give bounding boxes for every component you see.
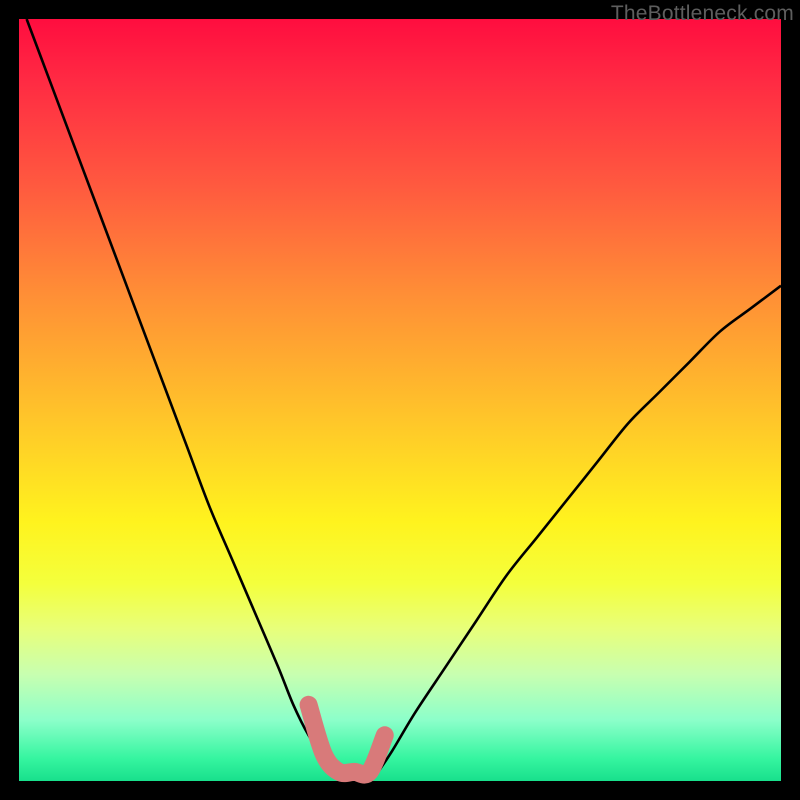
right-curve bbox=[377, 286, 781, 774]
plot-area bbox=[19, 19, 781, 781]
bottom-marker bbox=[309, 705, 385, 775]
outer-frame: TheBottleneck.com bbox=[0, 0, 800, 800]
left-curve bbox=[27, 19, 339, 773]
curves-svg bbox=[19, 19, 781, 781]
watermark-label: TheBottleneck.com bbox=[611, 2, 794, 26]
